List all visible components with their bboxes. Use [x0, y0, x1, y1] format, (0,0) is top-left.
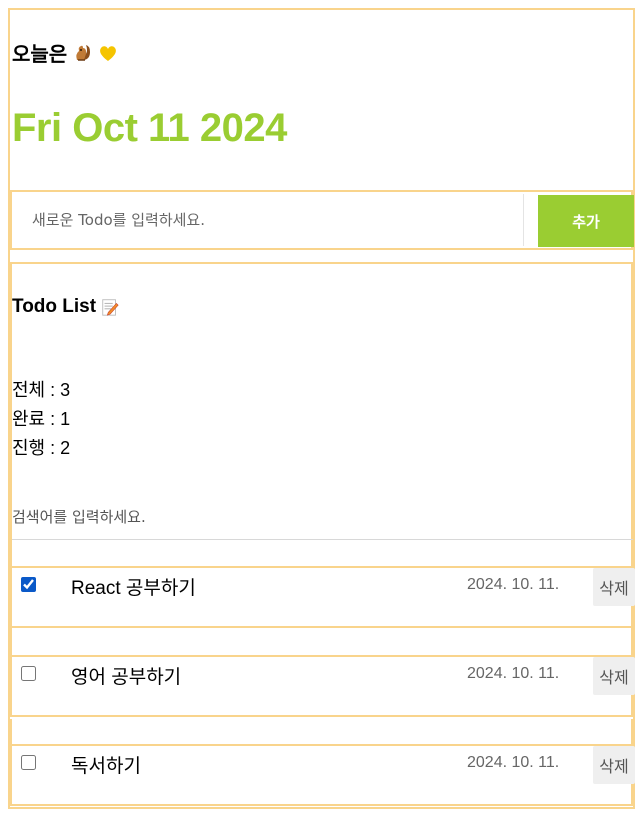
- todo-checkbox[interactable]: [21, 755, 36, 770]
- list-title-text: Todo List: [12, 296, 97, 317]
- new-todo-input[interactable]: [14, 194, 524, 246]
- todo-stats: 전체 : 3 완료 : 1 진행 : 2: [12, 376, 70, 463]
- todo-date: 2024. 10. 11.: [467, 665, 560, 682]
- list-title: Todo List: [12, 296, 120, 318]
- todo-item: 영어 공부하기 2024. 10. 11. 삭제: [10, 655, 635, 717]
- todo-content: React 공부하기: [71, 578, 196, 599]
- list-gap: [10, 630, 633, 657]
- delete-button[interactable]: 삭제: [593, 657, 635, 695]
- todo-item: React 공부하기 2024. 10. 11. 삭제: [10, 566, 635, 628]
- stat-done: 완료 : 1: [12, 409, 71, 429]
- todo-checkbox[interactable]: [21, 577, 36, 592]
- header-title: 오늘은: [12, 38, 119, 67]
- delete-button[interactable]: 삭제: [593, 746, 635, 784]
- squirrel-icon: [76, 44, 91, 61]
- todo-date: 2024. 10. 11.: [467, 754, 560, 771]
- todo-date: 2024. 10. 11.: [467, 576, 560, 593]
- stat-total: 전체 : 3: [12, 380, 71, 400]
- stat-in-progress: 진행 : 2: [12, 438, 71, 458]
- todo-content: 독서하기: [71, 756, 141, 777]
- header-title-text: 오늘은: [12, 42, 68, 66]
- delete-button[interactable]: 삭제: [593, 568, 635, 606]
- todo-item: 독서하기 2024. 10. 11. 삭제: [10, 744, 635, 806]
- todo-content: 영어 공부하기: [71, 667, 182, 688]
- memo-icon: [102, 299, 119, 316]
- header: 오늘은 Fri Oct 11 2024: [10, 10, 633, 190]
- today-date: Fri Oct 11 2024: [12, 106, 287, 150]
- heart-icon: [100, 45, 117, 61]
- todo-checkbox[interactable]: [21, 666, 36, 681]
- todo-editor: 추가: [10, 190, 634, 250]
- list-gap: [10, 719, 633, 746]
- add-button[interactable]: 추가: [538, 195, 634, 247]
- search-input[interactable]: [12, 494, 633, 540]
